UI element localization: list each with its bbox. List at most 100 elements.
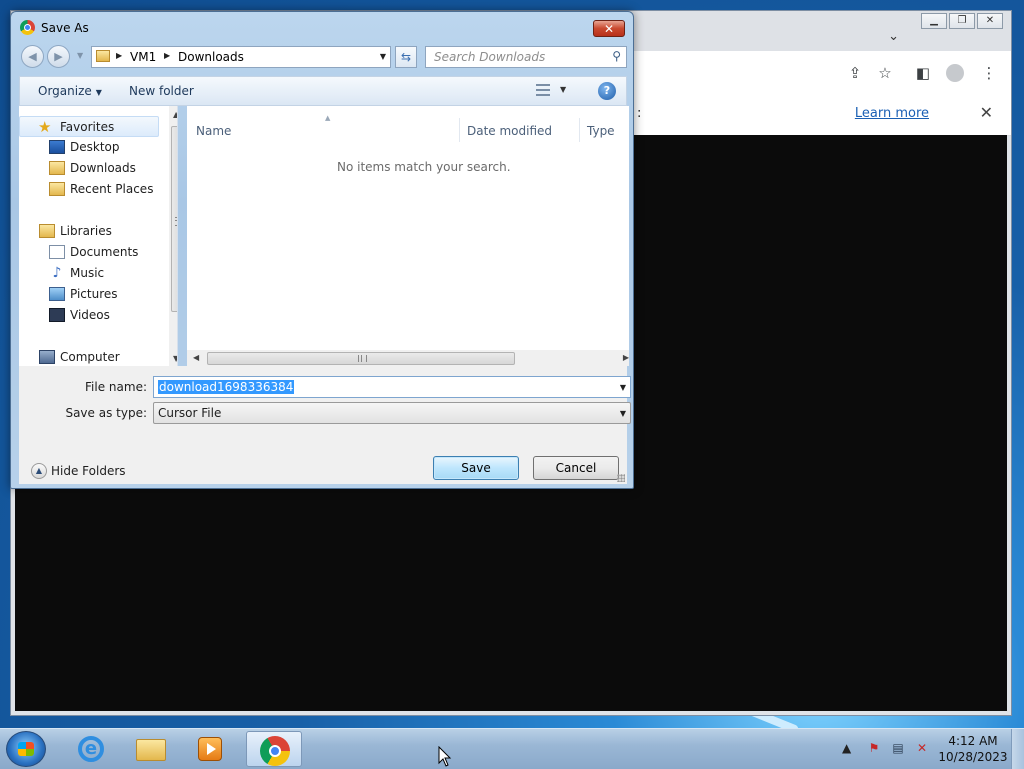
maximize-button[interactable]: ❐ <box>949 13 975 29</box>
column-divider[interactable] <box>579 118 580 142</box>
sidebar-item-libraries[interactable]: Libraries <box>19 221 159 242</box>
save-as-type-dropdown-icon[interactable]: ▼ <box>620 409 626 418</box>
menu-dots-icon[interactable]: ⋮ <box>979 63 999 83</box>
flag-icon[interactable]: ⚑ <box>866 741 882 755</box>
breadcrumb-arrow-icon[interactable]: ▶ <box>164 51 170 60</box>
show-hidden-icons-icon[interactable]: ▲ <box>842 741 851 755</box>
view-icon[interactable] <box>536 84 550 96</box>
scroll-thumb[interactable] <box>171 126 177 312</box>
tab-search-icon[interactable]: ⌄ <box>888 29 899 44</box>
infobar-text: : <box>637 106 642 121</box>
horizontal-scrollbar[interactable]: ◀ ▶ <box>187 350 629 366</box>
sidebar-item-label: Computer <box>60 350 120 364</box>
taskbar-chrome[interactable] <box>246 731 302 767</box>
window-controls: ▁ ❐ ✕ <box>921 13 1003 29</box>
forward-icon[interactable]: ▶ <box>47 45 70 68</box>
sidebar-item-desktop[interactable]: Desktop <box>19 137 159 158</box>
minimize-button[interactable]: ▁ <box>921 13 947 29</box>
organize-button[interactable]: Organize ▼ <box>38 84 102 98</box>
save-button[interactable]: Save <box>433 456 519 480</box>
desktop-icon <box>49 140 65 154</box>
file-name-dropdown-icon[interactable]: ▼ <box>620 383 626 392</box>
sidebar-item-label: Desktop <box>70 140 120 154</box>
taskbar: e ▲ ⚑ ▤ ✕ 4:12 AM 10/28/2023 <box>0 728 1024 769</box>
navigation-scrollbar[interactable]: ▲ ▼ <box>169 106 177 366</box>
organize-label: Organize <box>38 84 92 98</box>
breadcrumb-vm1[interactable]: VM1 <box>130 50 156 64</box>
clock-time: 4:12 AM <box>948 734 998 748</box>
sidebar-item-videos[interactable]: Videos <box>19 305 159 326</box>
resize-grip-icon[interactable] <box>617 474 625 482</box>
scroll-right-icon[interactable]: ▶ <box>623 353 629 362</box>
recent-locations-chevron-icon[interactable]: ▼ <box>77 51 83 60</box>
sidebar-item-favorites[interactable]: ★ Favorites <box>19 116 159 137</box>
sidebar-item-computer[interactable]: Computer <box>19 347 159 366</box>
taskbar-windows-explorer[interactable] <box>122 731 178 767</box>
save-options-area: File name: download1698336384 ▼ Save as … <box>19 366 631 484</box>
sidebar-item-label: Favorites <box>60 120 115 134</box>
sidebar-item-label: Pictures <box>70 287 118 301</box>
file-list-pane: ▲ Name Date modified Type No items match… <box>187 106 629 366</box>
ie-icon: e <box>78 736 104 762</box>
chrome-icon <box>20 20 35 35</box>
chrome-icon <box>260 736 290 766</box>
sort-ascending-icon: ▲ <box>325 114 331 122</box>
start-button[interactable] <box>6 731 46 767</box>
view-options-chevron-icon[interactable]: ▼ <box>560 85 566 94</box>
save-as-dialog: Save As ✕ ◀ ▶ ▼ ▶ VM1 ▶ Downloads ▼ ⇆ Se… <box>10 11 634 489</box>
system-clock[interactable]: 4:12 AM 10/28/2023 <box>936 733 1010 765</box>
breadcrumb-arrow-icon[interactable]: ▶ <box>116 51 122 60</box>
refresh-icon[interactable]: ⇆ <box>395 46 417 68</box>
sidebar-item-pictures[interactable]: Pictures <box>19 284 159 305</box>
help-icon[interactable]: ? <box>598 82 616 100</box>
sidebar-item-music[interactable]: ♪ Music <box>19 263 159 284</box>
network-icon[interactable]: ▤ <box>890 741 906 755</box>
share-icon[interactable]: ⇪ <box>845 63 865 83</box>
side-panel-icon[interactable]: ◧ <box>913 63 933 83</box>
navigation-row: ◀ ▶ ▼ ▶ VM1 ▶ Downloads ▼ ⇆ Search Downl… <box>19 44 627 70</box>
bookmark-star-icon[interactable]: ☆ <box>875 63 895 83</box>
cancel-button[interactable]: Cancel <box>533 456 619 480</box>
show-desktop-button[interactable] <box>1011 729 1024 769</box>
address-bar[interactable]: ▶ VM1 ▶ Downloads ▼ <box>91 46 391 68</box>
collapse-up-icon: ▲ <box>31 463 47 479</box>
close-window-button[interactable]: ✕ <box>977 13 1003 29</box>
back-icon[interactable]: ◀ <box>21 45 44 68</box>
dialog-title: Save As <box>41 21 89 35</box>
column-header-name[interactable]: Name <box>196 124 231 138</box>
column-divider[interactable] <box>459 118 460 142</box>
command-bar: Organize ▼ New folder ▼ ? <box>19 76 627 106</box>
profile-icon[interactable] <box>945 63 965 83</box>
hide-folders-label: Hide Folders <box>51 464 126 478</box>
sidebar-item-label: Videos <box>70 308 110 322</box>
clock-date: 10/28/2023 <box>938 750 1008 764</box>
sidebar-item-downloads[interactable]: Downloads <box>19 158 159 179</box>
empty-results-message: No items match your search. <box>337 160 511 174</box>
column-header-date-modified[interactable]: Date modified <box>467 124 552 138</box>
scroll-down-icon[interactable]: ▼ <box>173 354 177 363</box>
scroll-left-icon[interactable]: ◀ <box>193 353 199 362</box>
sidebar-item-recent-places[interactable]: Recent Places <box>19 179 159 200</box>
save-as-type-select[interactable]: Cursor File ▼ <box>153 402 631 424</box>
breadcrumb-downloads[interactable]: Downloads <box>178 50 244 64</box>
learn-more-link[interactable]: Learn more <box>855 106 929 121</box>
sidebar-item-documents[interactable]: Documents <box>19 242 159 263</box>
star-icon: ★ <box>38 118 52 136</box>
taskbar-media-player[interactable] <box>182 731 238 767</box>
start-icon <box>18 742 34 756</box>
search-input[interactable]: Search Downloads ⚲ <box>425 46 627 68</box>
new-folder-button[interactable]: New folder <box>129 84 194 98</box>
taskbar-internet-explorer[interactable]: e <box>62 731 118 767</box>
dialog-close-button[interactable]: ✕ <box>593 20 625 37</box>
scroll-up-icon[interactable]: ▲ <box>173 110 177 119</box>
volume-muted-icon[interactable]: ✕ <box>914 741 930 755</box>
search-icon[interactable]: ⚲ <box>612 49 621 63</box>
column-header-type[interactable]: Type <box>587 124 615 138</box>
infobar-close-icon[interactable]: ✕ <box>980 103 993 122</box>
file-name-value[interactable]: download1698336384 <box>158 380 295 394</box>
horizontal-scroll-thumb[interactable] <box>207 352 515 365</box>
sidebar-item-label: Documents <box>70 245 139 259</box>
music-icon: ♪ <box>52 265 62 281</box>
file-name-field[interactable]: download1698336384 ▼ <box>153 376 631 398</box>
address-dropdown-icon[interactable]: ▼ <box>380 52 386 61</box>
